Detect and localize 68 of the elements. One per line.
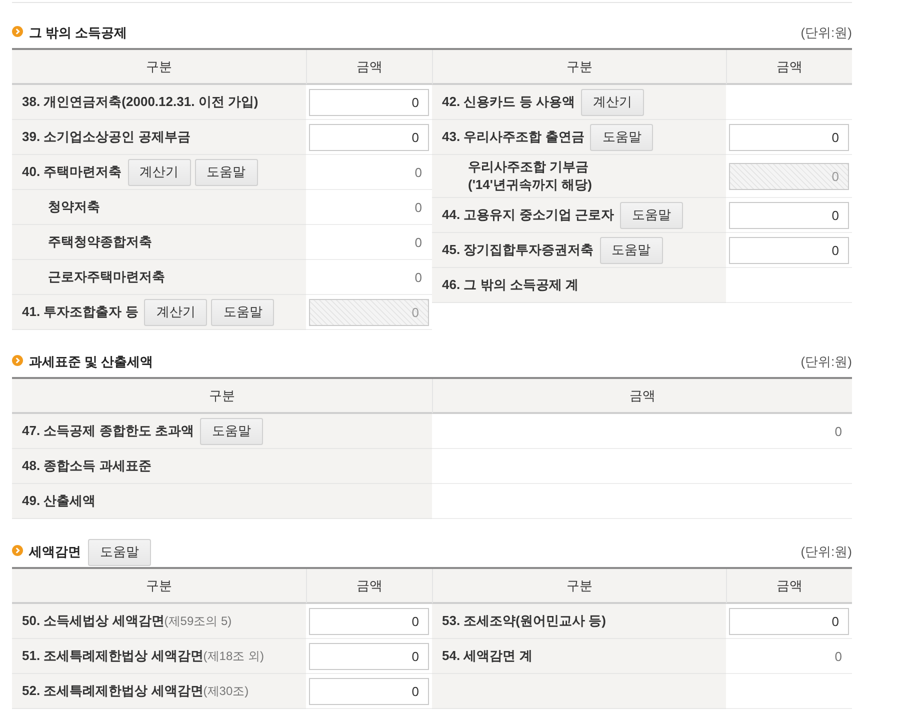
amount-input[interactable]: 0 xyxy=(309,642,429,670)
section-title: 그 밖의 소득공제 xyxy=(29,24,128,42)
column-header: 금액 xyxy=(726,50,852,85)
amount-value: 0 xyxy=(834,424,843,438)
amount-input[interactable]: 0 xyxy=(309,88,429,116)
row-label: 우리사주조합 기부금 ('14'년귀속까지 해당) xyxy=(468,158,592,194)
calculator-button[interactable]: 계산기 xyxy=(128,158,191,186)
row-label: 45. 장기집합투자증권저축 xyxy=(442,241,594,259)
help-button[interactable]: 도움말 xyxy=(620,202,683,228)
row-label: 53. 조세조약(원어민교사 등) xyxy=(442,612,606,630)
row-label: 41. 투자조합출자 등 xyxy=(22,303,138,321)
row-label: 38. 개인연금저축(2000.12.31. 이전 가입) xyxy=(22,93,258,111)
row-label: 49. 산출세액 xyxy=(22,492,96,510)
row-label: 근로자주택마련저축 xyxy=(48,268,165,286)
row-label: 51. 조세특례제한법상 세액감면 xyxy=(22,647,204,665)
amount-input[interactable]: 0 xyxy=(309,678,429,704)
column-header: 금액 xyxy=(306,569,432,604)
article-note: (제18조 외) xyxy=(203,648,264,665)
help-button[interactable]: 도움말 xyxy=(200,418,263,444)
calculator-button[interactable]: 계산기 xyxy=(580,88,644,116)
chevron-circle-icon xyxy=(12,354,23,366)
row-label: 50. 소득세법상 세액감면 xyxy=(22,612,164,630)
amount-value: 0 xyxy=(414,164,423,180)
article-note: (제30조) xyxy=(203,683,249,700)
amount-value: 0 xyxy=(414,200,423,214)
row-label: 청약저축 xyxy=(48,198,100,216)
chevron-circle-icon xyxy=(12,26,23,36)
row-label: 47. 소득공제 종합한도 초과액 xyxy=(22,422,194,440)
column-header: 구분 xyxy=(12,569,306,604)
amount-input[interactable]: 0 xyxy=(729,608,849,634)
column-header: 금액 xyxy=(726,569,852,604)
column-header: 금액 xyxy=(432,379,852,414)
help-button[interactable]: 도움말 xyxy=(211,298,274,326)
column-header: 구분 xyxy=(432,50,726,85)
amount-input[interactable]: 0 xyxy=(729,124,849,150)
row-label: 40. 주택마련저축 xyxy=(22,163,122,181)
unit-label: (단위:원) xyxy=(800,353,852,371)
row-label: 43. 우리사주조합 출연금 xyxy=(442,128,584,146)
row-label: 52. 조세특례제한법상 세액감면 xyxy=(22,682,204,700)
help-button[interactable]: 도움말 xyxy=(194,158,258,186)
amount-input[interactable]: 0 xyxy=(309,608,429,634)
amount-input[interactable]: 0 xyxy=(729,236,849,264)
section-title: 과세표준 및 산출세액 xyxy=(29,353,154,371)
amount-value: 0 xyxy=(414,234,423,250)
row-label: 주택청약종합저축 xyxy=(48,233,152,251)
row-label: 42. 신용카드 등 사용액 xyxy=(442,93,575,111)
row-label: 54. 세액감면 계 xyxy=(442,647,532,665)
column-header: 구분 xyxy=(12,379,432,414)
unit-label: (단위:원) xyxy=(800,543,852,561)
help-button[interactable]: 도움말 xyxy=(590,124,654,150)
amount-value: 0 xyxy=(414,270,423,284)
chevron-circle-icon xyxy=(12,544,23,556)
amount-input[interactable]: 0 xyxy=(729,202,849,228)
column-header: 구분 xyxy=(432,569,726,604)
row-label: 48. 종합소득 과세표준 xyxy=(22,457,152,475)
amount-value: 0 xyxy=(834,648,843,664)
article-note: (제59조의 5) xyxy=(164,613,232,630)
help-button[interactable]: 도움말 xyxy=(88,538,151,566)
section-title: 세액감면 xyxy=(29,543,81,561)
amount-input[interactable]: 0 xyxy=(309,124,429,150)
row-label: 39. 소기업소상공인 공제부금 xyxy=(22,128,190,146)
column-header: 금액 xyxy=(306,50,432,85)
unit-label: (단위:원) xyxy=(800,24,852,42)
row-label: 46. 그 밖의 소득공제 계 xyxy=(442,276,579,294)
column-header: 구분 xyxy=(12,50,306,85)
help-button[interactable]: 도움말 xyxy=(600,236,663,264)
calculator-button[interactable]: 계산기 xyxy=(144,298,208,326)
row-label: 44. 고용유지 중소기업 근로자 xyxy=(442,206,614,224)
